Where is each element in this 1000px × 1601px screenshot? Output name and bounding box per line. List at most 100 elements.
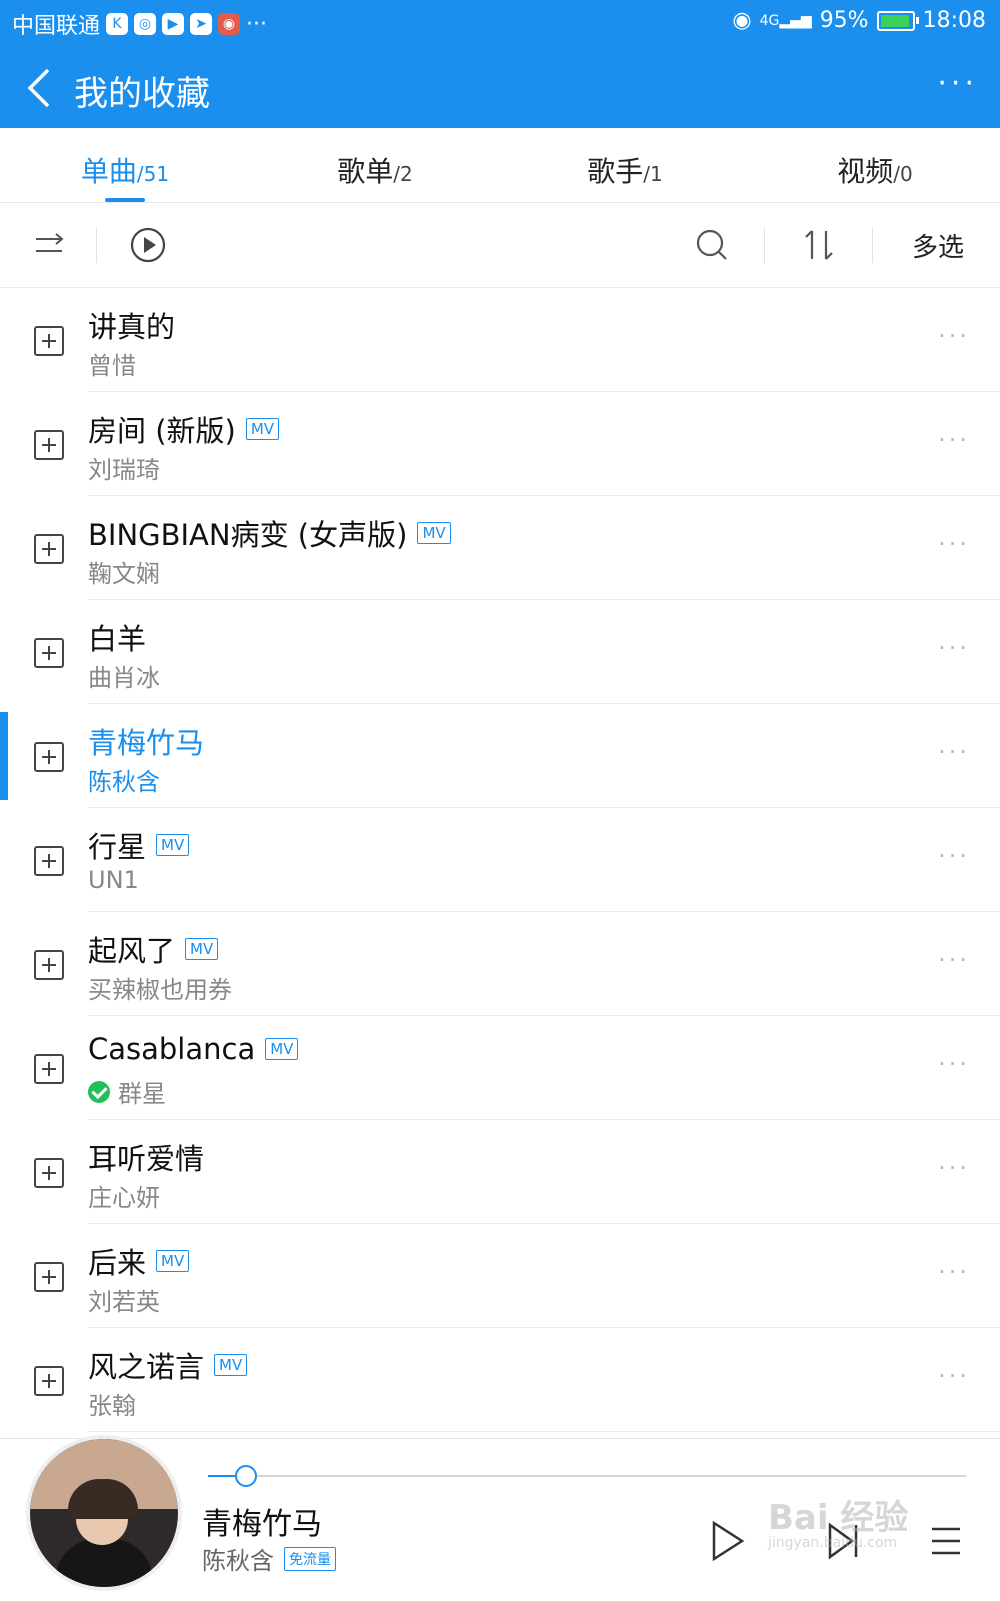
- tab-singles[interactable]: 单曲/51: [0, 128, 250, 202]
- song-artist: 陈秋含: [88, 768, 160, 796]
- now-playing-artist: 陈秋含: [202, 1547, 274, 1575]
- song-artist: 刘若英: [88, 1288, 160, 1316]
- page-title: 我的收藏: [74, 74, 210, 114]
- more-icon[interactable]: ···: [938, 634, 970, 662]
- multi-select-button[interactable]: 多选: [912, 227, 964, 264]
- more-icon[interactable]: ···: [938, 1050, 970, 1078]
- mv-badge[interactable]: MV: [156, 834, 190, 856]
- song-list: 讲真的 曾惜 ··· 房间 (新版) MV 刘瑞琦 ··· BINGBIAN病变 …: [0, 288, 1000, 1432]
- add-icon[interactable]: [34, 638, 64, 668]
- song-artist: 鞠文娴: [88, 560, 160, 588]
- progress-knob[interactable]: [234, 1465, 257, 1487]
- notification-video-icon: ▶: [162, 13, 185, 35]
- now-playing-title: 青梅竹马: [202, 1507, 322, 1542]
- add-icon[interactable]: [34, 1054, 64, 1084]
- song-title: 房间 (新版): [88, 414, 236, 448]
- song-title: 起风了: [88, 934, 176, 968]
- add-icon[interactable]: [34, 326, 64, 356]
- song-row[interactable]: 起风了 MV 买辣椒也用券 ···: [0, 912, 1000, 1016]
- more-icon[interactable]: ···: [938, 946, 970, 974]
- playlist-icon[interactable]: [926, 1519, 966, 1563]
- song-row[interactable]: 白羊 曲肖冰 ···: [0, 600, 1000, 704]
- battery-percent: 95%: [819, 8, 869, 33]
- mv-badge[interactable]: MV: [417, 522, 451, 544]
- free-flow-badge: 免流量: [284, 1546, 336, 1571]
- tab-playlists[interactable]: 歌单/2: [250, 128, 500, 202]
- tab-singers[interactable]: 歌手/1: [500, 128, 750, 202]
- toolbar-divider: [872, 227, 873, 263]
- song-row[interactable]: 房间 (新版) MV 刘瑞琦 ···: [0, 392, 1000, 496]
- tab-videos[interactable]: 视频/0: [750, 128, 1000, 202]
- song-row[interactable]: 后来 MV 刘若英 ···: [0, 1224, 1000, 1328]
- song-row[interactable]: 行星 MV UN1 ···: [0, 808, 1000, 912]
- more-icon[interactable]: ···: [938, 426, 970, 454]
- song-title: Casablanca: [88, 1032, 256, 1066]
- more-icon[interactable]: ···: [938, 530, 970, 558]
- add-icon[interactable]: [34, 1366, 64, 1396]
- album-cover[interactable]: [26, 1435, 182, 1591]
- add-icon[interactable]: [34, 742, 64, 772]
- song-row[interactable]: 讲真的 曾惜 ···: [0, 288, 1000, 392]
- song-artist: 庄心妍: [88, 1184, 160, 1212]
- song-artist: 群星: [118, 1080, 166, 1108]
- more-icon[interactable]: ···: [938, 1362, 970, 1390]
- chevron-left-icon: [27, 68, 50, 108]
- more-icon[interactable]: ···: [938, 842, 970, 870]
- more-icon[interactable]: ···: [938, 322, 970, 350]
- add-icon[interactable]: [34, 846, 64, 876]
- row-divider: [88, 1431, 1000, 1432]
- play-all-icon[interactable]: [126, 221, 174, 269]
- mv-badge[interactable]: MV: [245, 418, 280, 440]
- sort-icon[interactable]: [796, 221, 844, 269]
- add-icon[interactable]: [34, 1158, 64, 1188]
- list-toolbar: 多选: [0, 203, 1000, 288]
- battery-icon: [876, 10, 919, 31]
- song-title: 后来: [88, 1246, 147, 1280]
- progress-bar[interactable]: [208, 1465, 966, 1487]
- more-icon[interactable]: ···: [938, 1154, 970, 1182]
- add-icon[interactable]: [34, 950, 64, 980]
- mv-badge[interactable]: MV: [185, 938, 219, 960]
- more-icon[interactable]: ···: [938, 1258, 970, 1286]
- tab-bar: 单曲/51 歌单/2 歌手/1 视频/0: [0, 128, 1000, 203]
- add-icon[interactable]: [34, 1262, 64, 1292]
- song-row-playing[interactable]: 青梅竹马 陈秋含 ···: [0, 704, 1000, 808]
- watermark: Bai 经验 jingyan.baidu.com: [768, 1498, 909, 1551]
- more-notifications-icon: ···: [246, 11, 267, 37]
- add-icon[interactable]: [34, 534, 64, 564]
- song-row[interactable]: 耳听爱情 庄心妍 ···: [0, 1120, 1000, 1224]
- song-artist: 曾惜: [88, 352, 136, 380]
- add-icon[interactable]: [34, 430, 64, 460]
- back-button[interactable]: [22, 66, 62, 110]
- hotspot-icon: ◉: [732, 8, 752, 33]
- mv-badge[interactable]: MV: [214, 1354, 248, 1376]
- signal-icon: 4G▂▄▆: [759, 12, 812, 29]
- status-bar: 中国联通 K ◎ ▶ ➤ ◉ ··· ◉ 4G▂▄▆ 95% 18:08: [0, 0, 1000, 48]
- mv-badge[interactable]: MV: [265, 1038, 299, 1060]
- notification-app-icon: ◎: [134, 13, 157, 35]
- app-header: 我的收藏 ···: [0, 48, 1000, 128]
- now-playing-indicator: [0, 712, 8, 800]
- song-row[interactable]: 风之诺言 MV 张翰 ···: [0, 1328, 1000, 1432]
- toolbar-divider: [96, 227, 97, 263]
- more-options-button[interactable]: ···: [937, 66, 978, 101]
- song-artist: 刘瑞琦: [88, 456, 160, 484]
- mv-badge[interactable]: MV: [156, 1250, 190, 1272]
- song-title: 讲真的: [88, 310, 176, 344]
- song-title: 风之诺言: [88, 1350, 205, 1384]
- search-icon[interactable]: [690, 221, 738, 269]
- song-row[interactable]: BINGBIAN病变 (女声版) MV 鞠文娴 ···: [0, 496, 1000, 600]
- shuffle-icon[interactable]: [30, 221, 70, 269]
- song-title: 青梅竹马: [88, 726, 205, 760]
- song-artist: UN1: [88, 866, 139, 894]
- song-title: 耳听爱情: [88, 1142, 205, 1176]
- song-row[interactable]: Casablanca MV 群星 ···: [0, 1016, 1000, 1120]
- status-bar-left: 中国联通 K ◎ ▶ ➤ ◉ ···: [12, 8, 267, 40]
- verified-check-icon: [88, 1080, 110, 1103]
- status-bar-right: ◉ 4G▂▄▆ 95% 18:08: [732, 8, 986, 33]
- play-icon[interactable]: [708, 1519, 748, 1563]
- more-icon[interactable]: ···: [938, 738, 970, 766]
- song-title: 行星: [88, 830, 147, 864]
- song-title: BINGBIAN病变 (女声版): [88, 518, 408, 552]
- song-artist: 张翰: [88, 1392, 136, 1420]
